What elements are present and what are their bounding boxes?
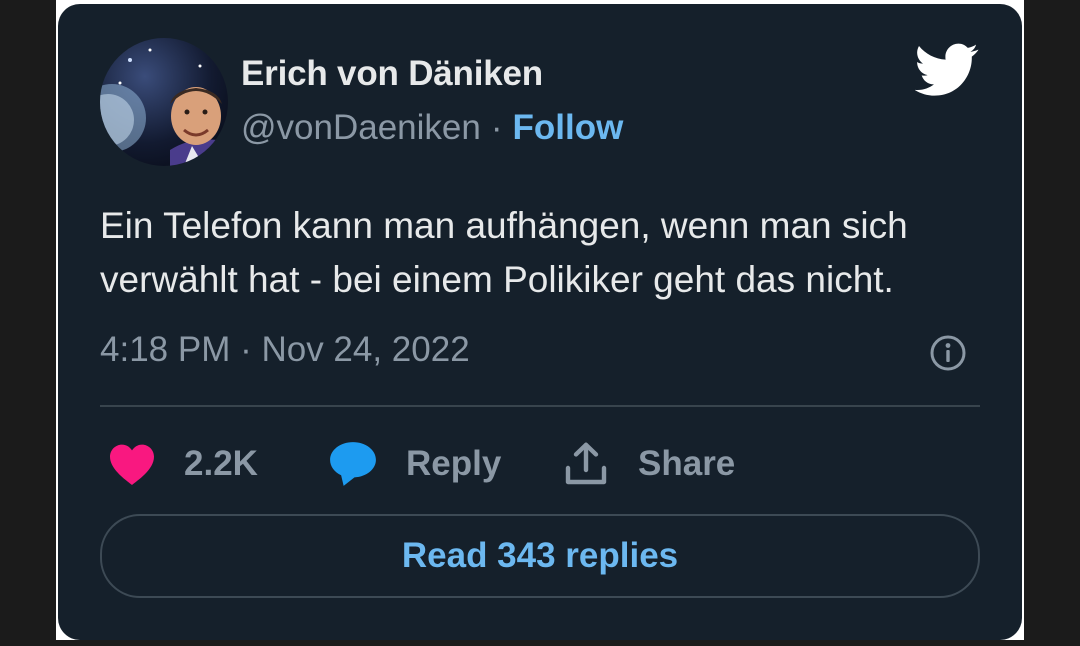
tweet-actions: 2.2K Reply Share [100,434,980,494]
read-replies-button[interactable]: Read 343 replies [100,514,980,598]
avatar-image [100,48,228,166]
reply-bubble-icon [330,442,376,486]
reply-label: Reply [406,444,502,483]
follow-link[interactable]: Follow [513,108,624,147]
handle-separator: · [490,108,503,147]
avatar[interactable] [100,38,228,166]
reply-button[interactable]: Reply [328,434,501,494]
tweet-text: Ein Telefon kann man aufhängen, wenn man… [100,205,908,300]
author-name[interactable]: Erich von Däniken [241,54,543,94]
share-button[interactable]: Share [562,434,735,494]
divider [100,405,980,407]
tweet-card[interactable]: Erich von Däniken @vonDaeniken · Follow Ei… [58,4,1022,640]
heart-icon [110,444,154,485]
info-icon[interactable] [928,333,968,373]
author-handle-row: @vonDaeniken · Follow [241,108,623,148]
share-label: Share [638,444,736,483]
twitter-bird-icon[interactable] [915,42,979,98]
author-handle[interactable]: @vonDaeniken [241,108,481,147]
like-button[interactable]: 2.2K [108,434,258,494]
tweet-timestamp[interactable]: 4:18 PM · Nov 24, 2022 [100,330,470,370]
like-count: 2.2K [184,444,258,483]
share-icon [565,442,607,485]
